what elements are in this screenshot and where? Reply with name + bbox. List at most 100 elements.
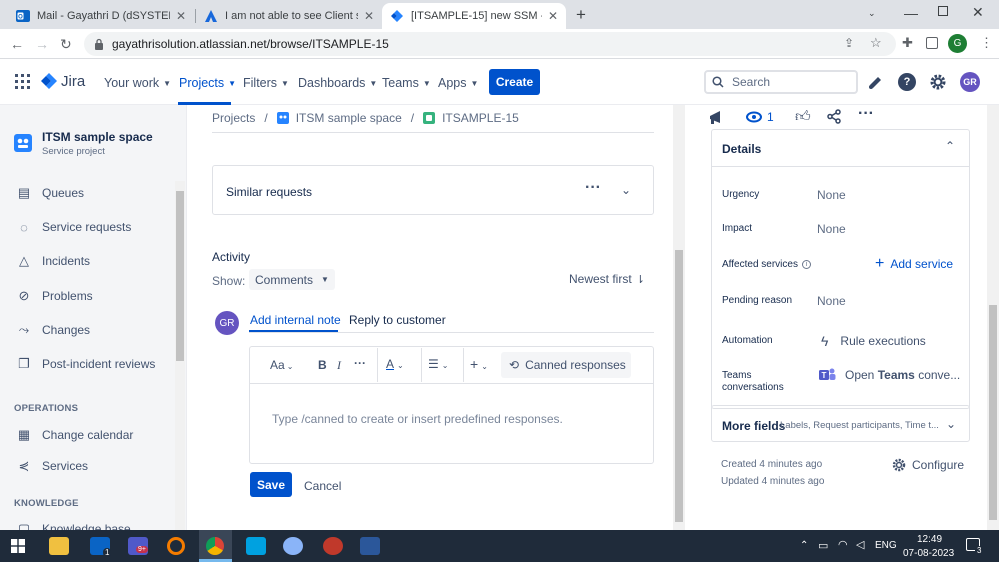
new-tab-button[interactable]: +: [576, 5, 586, 25]
sidebar-item-changes[interactable]: ⤳ Changes: [16, 322, 90, 338]
volume-icon[interactable]: ◁: [856, 538, 864, 551]
text-color-dropdown[interactable]: A ⌄: [386, 357, 404, 371]
breadcrumb-projects[interactable]: Projects: [212, 111, 255, 125]
sidebar-item-post-incident-reviews[interactable]: ❐ Post-incident reviews: [16, 356, 155, 372]
close-window-icon[interactable]: ✕: [972, 4, 984, 21]
language-indicator[interactable]: ENG: [875, 540, 897, 551]
word-taskbar-icon[interactable]: [360, 537, 380, 555]
file-explorer-icon[interactable]: [49, 537, 69, 555]
watch-eye-icon[interactable]: [746, 111, 762, 123]
tab-jira[interactable]: [ITSAMPLE-15] new SSM - Jira ✕: [382, 3, 566, 29]
firefox-taskbar-icon[interactable]: [167, 537, 185, 555]
user-avatar[interactable]: GR: [960, 72, 980, 92]
sidebar-item-service-requests[interactable]: ◌ Service requests: [16, 219, 131, 235]
nav-your-work[interactable]: Your work ▼: [104, 76, 171, 90]
close-icon[interactable]: ✕: [548, 9, 558, 23]
chrome-taskbar-icon[interactable]: [206, 537, 224, 555]
vote-thumbs-up-icon[interactable]: 👍︎: [795, 108, 811, 126]
more-options-icon[interactable]: ···: [585, 179, 601, 197]
nav-dashboards[interactable]: Dashboards ▼: [298, 76, 377, 90]
configure-button[interactable]: Configure: [892, 458, 964, 472]
browser-menu-icon[interactable]: ⋮: [980, 35, 993, 51]
add-service-button[interactable]: + Add service: [875, 255, 953, 273]
right-panel-scroll-thumb[interactable]: [989, 305, 997, 520]
bookmark-star-icon[interactable]: ☆: [870, 35, 882, 51]
italic-button[interactable]: I: [337, 358, 341, 373]
tab-community[interactable]: I am not able to see Client status ✕: [196, 3, 382, 29]
wifi-icon[interactable]: ◠: [838, 538, 848, 551]
close-icon[interactable]: ✕: [176, 9, 186, 23]
jira-product-name[interactable]: Jira: [61, 73, 85, 90]
feedback-megaphone-icon[interactable]: [708, 110, 726, 126]
field-value-urgency[interactable]: None: [817, 188, 846, 202]
help-icon[interactable]: ?: [898, 73, 916, 91]
nav-teams[interactable]: Teams ▼: [382, 76, 431, 90]
cancel-button[interactable]: Cancel: [304, 479, 341, 493]
field-value-pending-reason[interactable]: None: [817, 294, 846, 308]
sidebar-scroll-thumb[interactable]: [176, 191, 184, 361]
tab-add-internal-note[interactable]: Add internal note: [250, 313, 341, 327]
chevron-up-icon[interactable]: ⌃: [800, 540, 808, 551]
nav-filters[interactable]: Filters ▼: [243, 76, 289, 90]
automation-rule-executions[interactable]: ϟ Rule executions: [821, 333, 926, 349]
search-input[interactable]: Search: [704, 70, 858, 94]
sidebar-item-change-calendar[interactable]: ▦ Change calendar: [16, 427, 134, 443]
main-scrollbar[interactable]: [673, 105, 685, 530]
list-dropdown[interactable]: ☰ ⌄: [428, 357, 448, 371]
save-button[interactable]: Save: [250, 472, 292, 497]
main-scroll-thumb[interactable]: [675, 250, 683, 522]
breadcrumb-project[interactable]: ITSM sample space: [296, 111, 402, 125]
minimize-icon[interactable]: —: [904, 5, 918, 21]
clock-date[interactable]: 07-08-2023: [903, 548, 954, 559]
more-formatting-button[interactable]: ···: [354, 356, 366, 370]
nav-projects[interactable]: Projects ▼: [179, 76, 236, 90]
reload-icon[interactable]: ↻: [60, 36, 72, 53]
app-switcher-icon[interactable]: [15, 74, 30, 89]
more-fields-panel[interactable]: More fields Labels, Request participants…: [711, 405, 970, 442]
profile-avatar[interactable]: G: [948, 34, 967, 53]
similar-requests-title[interactable]: Similar requests: [226, 185, 312, 199]
app-taskbar-icon[interactable]: [323, 537, 343, 555]
project-name[interactable]: ITSM sample space: [42, 130, 153, 144]
nav-apps[interactable]: Apps ▼: [438, 76, 478, 90]
jira-logo-icon[interactable]: [41, 73, 57, 89]
sidebar-item-knowledge-base[interactable]: ▢ Knowledge base: [16, 521, 131, 530]
chevron-down-icon[interactable]: ⌄: [621, 183, 631, 197]
restore-icon[interactable]: [938, 6, 948, 16]
right-panel-scrollbar[interactable]: [987, 105, 999, 530]
text-style-dropdown[interactable]: Aa ⌄: [270, 358, 293, 372]
battery-icon[interactable]: ▭: [818, 539, 828, 552]
chevron-up-icon[interactable]: ⌃: [945, 139, 955, 153]
settings-gear-icon[interactable]: [929, 73, 947, 91]
lock-icon[interactable]: [94, 38, 104, 50]
sidebar-item-queues[interactable]: ▤ Queues: [16, 185, 84, 201]
details-title[interactable]: Details: [722, 142, 761, 156]
insert-dropdown[interactable]: + ⌄: [470, 356, 488, 372]
sourcetree-taskbar-icon[interactable]: [246, 537, 266, 555]
bold-button[interactable]: B: [318, 358, 327, 372]
sidebar-scrollbar[interactable]: [175, 181, 185, 530]
editor-placeholder[interactable]: Type /canned to create or insert predefi…: [272, 412, 563, 426]
tab-search-icon[interactable]: ⌄: [868, 8, 876, 19]
teams-conversation-link[interactable]: T Open Teams conve...: [819, 367, 960, 382]
extensions-icon[interactable]: ✚: [902, 35, 913, 51]
app-taskbar-icon[interactable]: [283, 537, 303, 555]
tab-reply-to-customer[interactable]: Reply to customer: [349, 313, 446, 327]
show-filter-dropdown[interactable]: Comments ▼: [249, 269, 335, 290]
field-value-impact[interactable]: None: [817, 222, 846, 236]
windows-start-icon[interactable]: [11, 539, 25, 553]
address-bar[interactable]: gayathrisolution.atlassian.net/browse/IT…: [84, 32, 896, 56]
notifications-icon[interactable]: [866, 73, 884, 91]
info-icon[interactable]: i: [801, 260, 811, 269]
back-arrow-icon[interactable]: ←: [10, 36, 24, 52]
sidebar-item-incidents[interactable]: △ Incidents: [16, 253, 90, 269]
forward-arrow-icon[interactable]: →: [35, 36, 49, 52]
close-icon[interactable]: ✕: [364, 9, 374, 23]
more-actions-icon[interactable]: ···: [858, 105, 874, 123]
create-button[interactable]: Create: [489, 69, 540, 95]
share-icon[interactable]: [827, 109, 842, 124]
sidebar-item-services[interactable]: ⋞ Services: [16, 458, 88, 474]
canned-responses-button[interactable]: ⟲ Canned responses: [501, 352, 631, 378]
sidepanel-icon[interactable]: [926, 37, 938, 49]
project-avatar-icon[interactable]: [14, 134, 32, 152]
